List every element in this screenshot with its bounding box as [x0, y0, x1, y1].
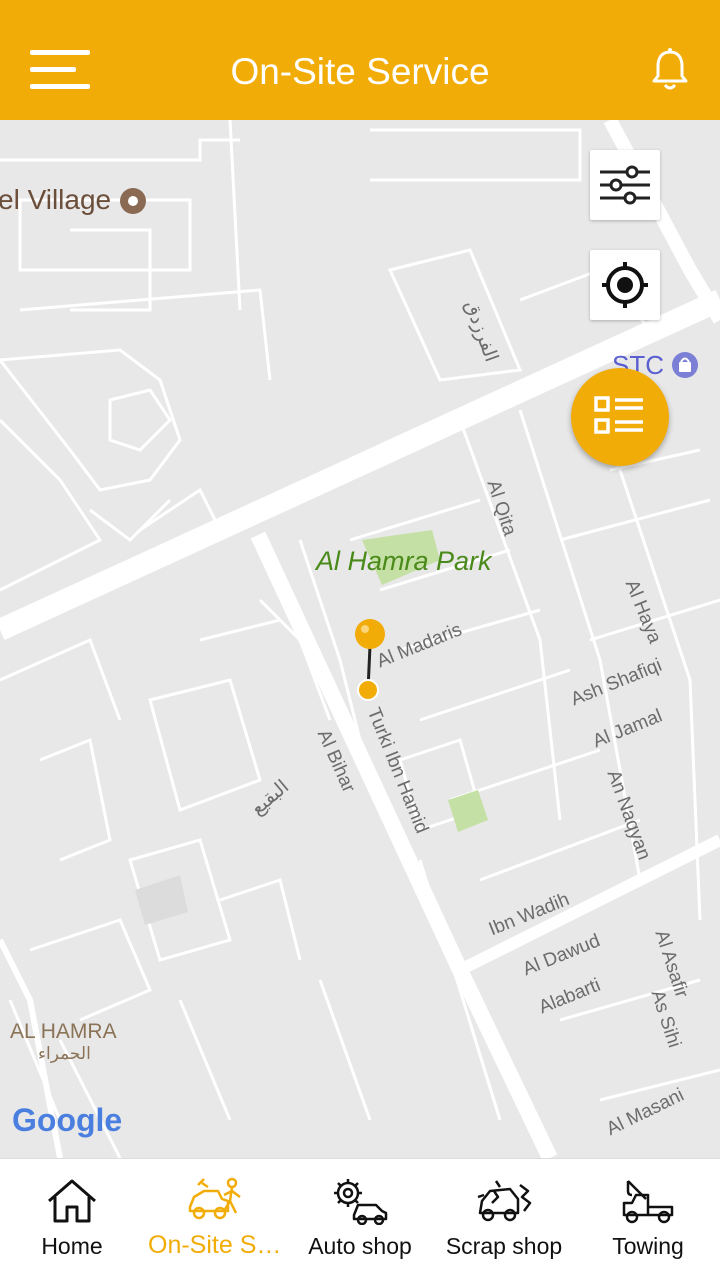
list-view-icon	[594, 396, 643, 434]
app-header: On-Site Service	[0, 0, 720, 120]
google-logo: Google	[12, 1102, 123, 1138]
nav-label-on-site-service: On-Site Service	[148, 1231, 284, 1259]
locate-me-button[interactable]	[590, 250, 660, 320]
sliders-filter-icon	[600, 165, 650, 205]
nav-label-home: Home	[41, 1233, 103, 1259]
nav-item-home[interactable]: Home	[0, 1159, 144, 1280]
map-view[interactable]: el Village STC Al Hamra Park Al Qita Al …	[0, 120, 720, 1158]
nav-label-towing: Towing	[612, 1233, 684, 1259]
tow-truck-icon	[622, 1180, 674, 1224]
map-label-hotel-village: el Village	[0, 184, 112, 215]
nav-item-scrap-shop[interactable]: Scrap shop	[432, 1159, 576, 1280]
page-title: On-Site Service	[230, 51, 490, 92]
map-label-al-hamra-district: AL HAMRA	[10, 1020, 117, 1043]
map-label-park: Al Hamra Park	[316, 546, 492, 576]
nav-label-auto-shop: Auto shop	[308, 1233, 412, 1259]
crosshair-locate-icon	[602, 262, 648, 308]
nav-item-auto-shop[interactable]: Auto shop	[288, 1159, 432, 1280]
bottom-navigation: Home On-Site Service Auto shop	[0, 1158, 720, 1280]
bell-icon[interactable]	[648, 46, 692, 94]
nav-label-scrap-shop: Scrap shop	[445, 1233, 563, 1259]
nav-item-towing[interactable]: Towing	[576, 1159, 720, 1280]
on-site-service-icon	[188, 1177, 241, 1220]
hotel-poi-icon[interactable]	[118, 186, 148, 216]
scrap-shop-icon	[477, 1180, 532, 1222]
location-pin-icon[interactable]	[350, 618, 390, 704]
filter-button[interactable]	[590, 150, 660, 220]
auto-shop-icon	[334, 1179, 388, 1225]
nav-item-on-site-service[interactable]: On-Site Service	[144, 1159, 288, 1280]
list-view-button[interactable]	[571, 368, 669, 466]
map-label-al-hamra-district-arabic: الحمراء	[38, 1044, 91, 1063]
shopping-poi-icon[interactable]	[670, 350, 700, 380]
home-icon	[48, 1179, 96, 1223]
